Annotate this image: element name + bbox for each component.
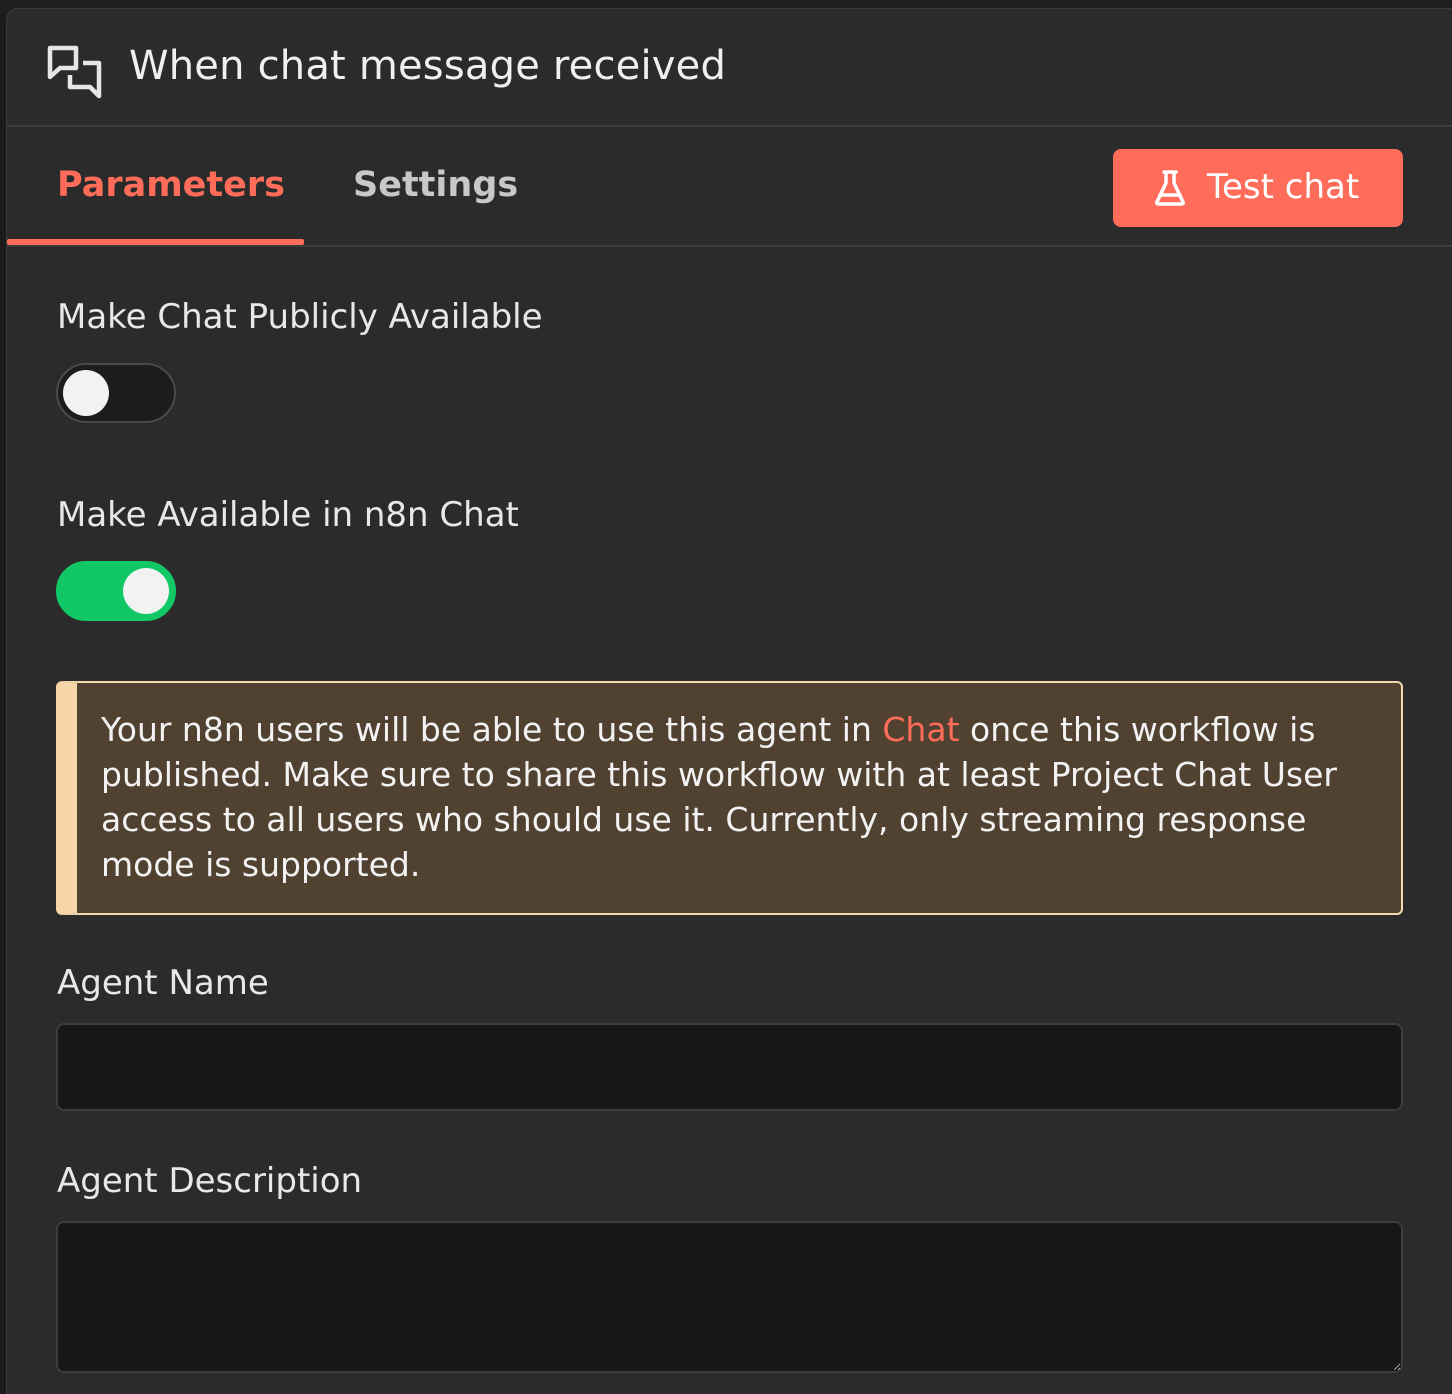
panel-tabs: Parameters Settings Test chat: [7, 127, 1452, 247]
agent-description-label: Agent Description: [57, 1161, 363, 1201]
n8n-chat-toggle[interactable]: [56, 561, 176, 621]
chat-bubbles-icon: [47, 45, 102, 99]
public-chat-toggle[interactable]: [56, 363, 176, 423]
toggle-knob: [123, 568, 169, 614]
tab-settings[interactable]: Settings: [353, 165, 518, 205]
notice-text-before: Your n8n users will be able to use this …: [101, 710, 883, 749]
flask-icon: [1155, 170, 1185, 206]
toggle-knob: [63, 370, 109, 416]
info-notice: Your n8n users will be able to use this …: [56, 681, 1403, 915]
active-tab-indicator: [7, 239, 304, 245]
node-title: When chat message received: [129, 43, 727, 89]
public-chat-label: Make Chat Publicly Available: [57, 297, 543, 337]
test-chat-label: Test chat: [1207, 167, 1360, 207]
tab-parameters[interactable]: Parameters: [57, 165, 285, 205]
test-chat-button[interactable]: Test chat: [1113, 149, 1403, 227]
panel-header: When chat message received: [7, 9, 1452, 127]
agent-name-input[interactable]: [56, 1023, 1403, 1111]
agent-name-label: Agent Name: [57, 963, 269, 1003]
node-details-panel: When chat message received Parameters Se…: [6, 8, 1452, 1394]
n8n-chat-label: Make Available in n8n Chat: [57, 495, 519, 535]
agent-description-textarea[interactable]: [56, 1221, 1403, 1373]
notice-text: Your n8n users will be able to use this …: [101, 707, 1391, 887]
chat-link[interactable]: Chat: [882, 710, 959, 749]
